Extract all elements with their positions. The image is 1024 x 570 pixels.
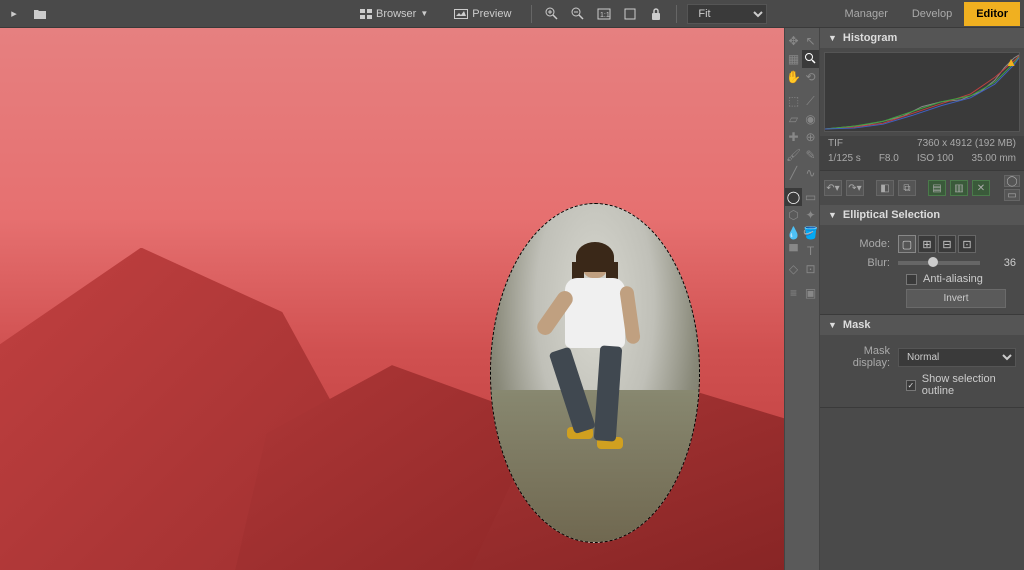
zoom-out-icon[interactable]: [568, 4, 588, 24]
zoom-1to1-icon[interactable]: 1:1: [594, 4, 614, 24]
tool-fill-icon[interactable]: 🪣: [802, 224, 819, 242]
preview-button[interactable]: Preview: [444, 4, 521, 24]
preset1-icon[interactable]: ▤: [928, 180, 946, 196]
dimensions-value: 7360 x 4912 (192 MB): [917, 138, 1016, 149]
ellipse-shape-icon[interactable]: ◯: [1004, 175, 1020, 187]
compare-icon[interactable]: ◧: [876, 180, 894, 196]
svg-text:1:1: 1:1: [600, 12, 610, 19]
tool-layers-icon[interactable]: ≡: [785, 284, 802, 302]
tool-rect-select-icon[interactable]: ▭: [802, 188, 819, 206]
chevron-down-icon: ▼: [828, 320, 837, 330]
browser-button[interactable]: Browser▼: [350, 4, 438, 24]
tool-straighten-icon[interactable]: ⟋: [802, 92, 819, 110]
shutter-value: 1/125 s: [828, 153, 861, 164]
preset2-icon[interactable]: ▥: [950, 180, 968, 196]
undo-icon[interactable]: ↶▾: [824, 180, 842, 196]
tool-heal-icon[interactable]: ✚: [785, 128, 802, 146]
mode-add-button[interactable]: ⊞: [918, 235, 936, 253]
tool-rotate-icon[interactable]: ⟲: [802, 68, 819, 86]
invert-button[interactable]: Invert: [906, 289, 1006, 308]
histogram-title: Histogram: [843, 32, 897, 44]
warning-icon: ▲: [1005, 55, 1017, 69]
tool-zoom-icon[interactable]: [802, 50, 819, 68]
person-subject: [545, 246, 645, 466]
zoom-select[interactable]: Fit: [687, 4, 767, 24]
mask-title: Mask: [843, 319, 871, 331]
tool-hand-icon[interactable]: ✋: [785, 68, 802, 86]
tool-lasso-icon[interactable]: ⬡: [785, 206, 802, 224]
outline-checkbox[interactable]: ✓: [906, 380, 916, 391]
blur-label: Blur:: [828, 257, 898, 269]
elliptical-title: Elliptical Selection: [843, 209, 940, 221]
blur-value[interactable]: 36: [986, 257, 1016, 269]
tool-ellipse-select-icon[interactable]: ◯: [785, 188, 802, 206]
tool-move-icon[interactable]: ✥: [785, 32, 802, 50]
zoom-fit-icon[interactable]: [620, 4, 640, 24]
tool-line-icon[interactable]: ╱: [785, 164, 802, 182]
tool-mask-icon[interactable]: ▣: [802, 284, 819, 302]
tool-grid-icon[interactable]: ▦: [785, 50, 802, 68]
tool-pencil-icon[interactable]: ✎: [802, 146, 819, 164]
tool-curve-icon[interactable]: ∿: [802, 164, 819, 182]
antialias-checkbox[interactable]: [906, 274, 917, 285]
elliptical-header[interactable]: ▼ Elliptical Selection: [820, 205, 1024, 225]
tool-perspective-icon[interactable]: ▱: [785, 110, 802, 128]
mode-intersect-button[interactable]: ⊡: [958, 235, 976, 253]
mode-label: Mode:: [828, 238, 898, 250]
quick-actions: ↶▾ ↷▾ ◧ ⧉ ▤ ▥ ✕ ◯ ▭: [820, 171, 1024, 205]
rect-shape-icon[interactable]: ▭: [1004, 189, 1020, 201]
elliptical-selection[interactable]: [490, 203, 700, 543]
canvas[interactable]: [0, 28, 784, 570]
tab-develop[interactable]: Develop: [900, 2, 964, 26]
menu-icon[interactable]: ▸: [4, 4, 24, 24]
tool-eye-icon[interactable]: ◉: [802, 110, 819, 128]
blur-slider[interactable]: [898, 261, 980, 265]
mask-display-select[interactable]: Normal: [898, 348, 1016, 367]
right-panel: ▼ Histogram i ▲ TIF 7360 x 4912 (192 MB)…: [820, 28, 1024, 570]
tab-editor[interactable]: Editor: [964, 2, 1020, 26]
outline-label: Show selection outline: [922, 373, 1016, 397]
aperture-value: F8.0: [879, 153, 899, 164]
tool-stamp-icon[interactable]: ⊡: [802, 260, 819, 278]
histogram-header[interactable]: ▼ Histogram i: [820, 28, 1024, 48]
iso-value: ISO 100: [917, 153, 954, 164]
lock-icon[interactable]: [646, 4, 666, 24]
mask-header[interactable]: ▼ Mask: [820, 315, 1024, 335]
zoom-in-icon[interactable]: [542, 4, 562, 24]
focal-value: 35.00 mm: [972, 153, 1016, 164]
redo-icon[interactable]: ↷▾: [846, 180, 864, 196]
chevron-down-icon: ▼: [828, 33, 837, 43]
format-value: TIF: [828, 138, 843, 149]
tool-shape-icon[interactable]: ◇: [785, 260, 802, 278]
histogram-chart[interactable]: ▲: [824, 52, 1020, 132]
tool-strip: ✥↖ ▦ ✋⟲ ⬚⟋ ▱◉ ✚⊕ 🖌✎ ╱∿ ◯▭ ⬡✦ 💧🪣 ▀T ◇⊡ ≡▣: [784, 28, 820, 570]
antialias-label: Anti-aliasing: [923, 273, 983, 285]
top-toolbar: ▸ Browser▼ Preview 1:1 Fit Manager Devel…: [0, 0, 1024, 28]
mask-display-label: Mask display:: [828, 345, 898, 369]
chevron-down-icon: ▼: [828, 210, 837, 220]
tool-arrow-icon[interactable]: ↖: [802, 32, 819, 50]
tool-gradient-icon[interactable]: ▀: [785, 242, 802, 260]
copy-icon[interactable]: ⧉: [898, 180, 916, 196]
tool-clone-icon[interactable]: ⊕: [802, 128, 819, 146]
tool-text-icon[interactable]: T: [802, 242, 819, 260]
preset3-icon[interactable]: ✕: [972, 180, 990, 196]
tool-dropper-icon[interactable]: 💧: [785, 224, 802, 242]
tool-crop-icon[interactable]: ⬚: [785, 92, 802, 110]
mode-subtract-button[interactable]: ⊟: [938, 235, 956, 253]
tab-manager[interactable]: Manager: [832, 2, 899, 26]
tool-brush-icon[interactable]: 🖌: [785, 146, 802, 164]
mode-normal-button[interactable]: ▢: [898, 235, 916, 253]
folder-icon[interactable]: [30, 4, 50, 24]
tool-wand-icon[interactable]: ✦: [802, 206, 819, 224]
